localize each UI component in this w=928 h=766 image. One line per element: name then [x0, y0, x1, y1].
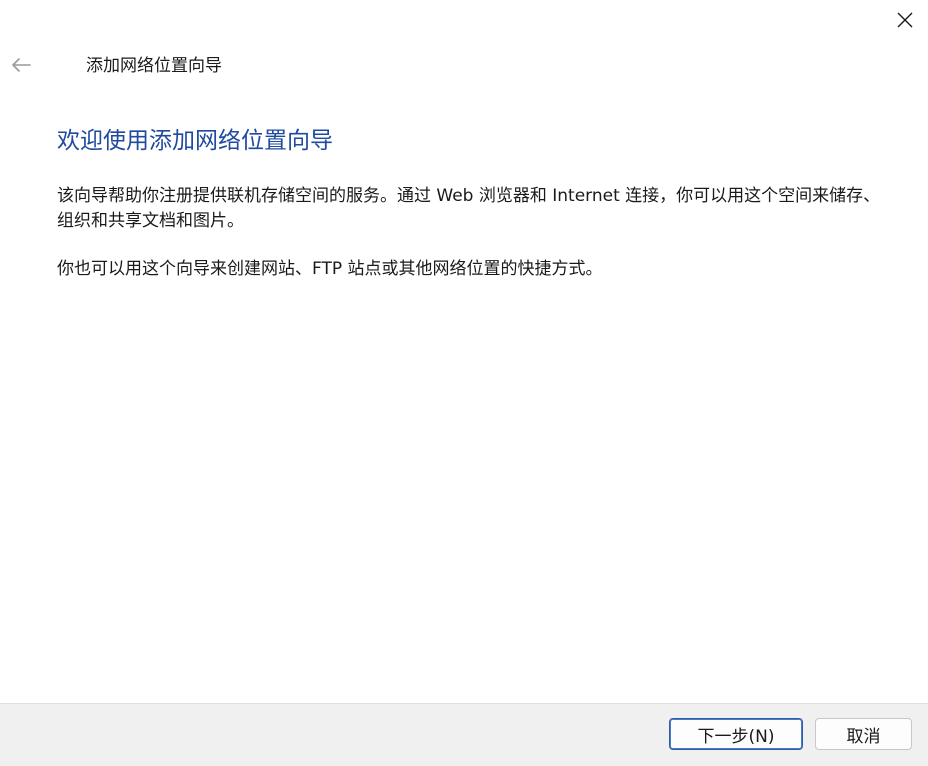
- close-button[interactable]: [882, 0, 928, 40]
- back-button[interactable]: [6, 50, 36, 80]
- back-arrow-icon: [12, 58, 31, 72]
- intro-paragraph: 该向导帮助你注册提供联机存储空间的服务。通过 Web 浏览器和 Internet…: [57, 186, 881, 231]
- shortcut-paragraph: 你也可以用这个向导来创建网站、FTP 站点或其他网络位置的快捷方式。: [57, 259, 603, 279]
- wizard-footer: 下一步(N) 取消: [0, 703, 928, 766]
- wizard-content: 欢迎使用添加网络位置向导 该向导帮助你注册提供联机存储空间的服务。通过 Web …: [57, 124, 887, 305]
- close-icon: [897, 12, 913, 28]
- next-button[interactable]: 下一步(N): [669, 718, 803, 750]
- page-heading: 欢迎使用添加网络位置向导: [57, 128, 333, 154]
- cancel-button[interactable]: 取消: [815, 718, 912, 750]
- add-network-location-wizard: 添加网络位置向导 欢迎使用添加网络位置向导 该向导帮助你注册提供联机存储空间的服…: [0, 0, 928, 766]
- wizard-title: 添加网络位置向导: [86, 56, 222, 76]
